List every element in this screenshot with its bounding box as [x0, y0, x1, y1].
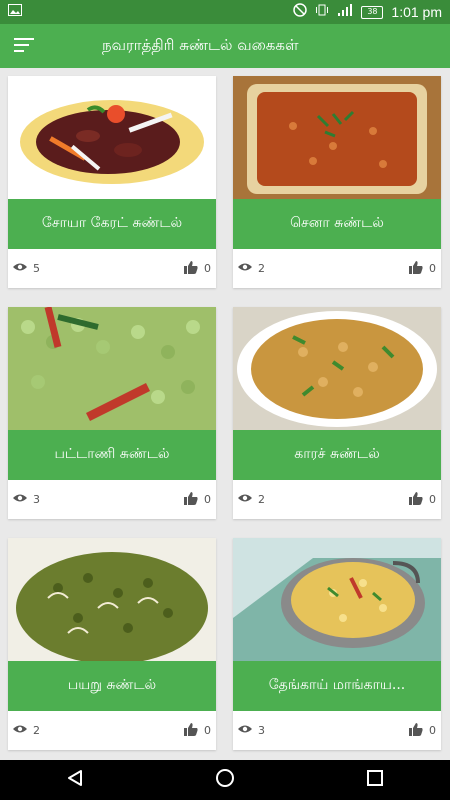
view-count-value: 5 [33, 262, 40, 275]
like-count-value: 0 [204, 262, 211, 275]
view-count: 3 [13, 493, 40, 506]
view-count: 3 [238, 724, 265, 737]
recipe-image [8, 307, 216, 430]
recipe-grid: சோயா கேரட் சுண்டல் 5 0 செனா சுண்டல் 2 0 … [8, 76, 442, 750]
thumbs-up-icon [184, 260, 198, 277]
like-count[interactable]: 0 [184, 722, 211, 739]
like-count-value: 0 [429, 262, 436, 275]
image-icon [8, 4, 22, 20]
thumbs-up-icon [409, 260, 423, 277]
view-count: 2 [13, 724, 40, 737]
menu-icon [14, 37, 34, 56]
back-button[interactable] [45, 760, 105, 800]
eye-icon [238, 493, 252, 506]
status-bar: 38 1:01 pm [0, 0, 450, 24]
recipe-title: தேங்காய் மாங்காய... [233, 661, 441, 711]
recipe-card-peas[interactable]: பட்டாணி சுண்டல் 3 0 [8, 307, 216, 519]
view-count: 2 [238, 493, 265, 506]
eye-icon [238, 724, 252, 737]
recipe-image [233, 307, 441, 430]
view-count-value: 2 [33, 724, 40, 737]
battery-icon: 38 [361, 5, 384, 19]
recipe-meta: 3 0 [233, 711, 441, 750]
like-count-value: 0 [204, 493, 211, 506]
recipe-card-chana[interactable]: செனா சுண்டல் 2 0 [233, 76, 441, 288]
recipe-card-soya-carrot[interactable]: சோயா கேரட் சுண்டல் 5 0 [8, 76, 216, 288]
recipe-image [233, 538, 441, 661]
recipe-meta: 5 0 [8, 249, 216, 288]
recipe-title: பயறு சுண்டல் [8, 661, 216, 711]
recipe-meta: 2 0 [233, 480, 441, 519]
like-count[interactable]: 0 [409, 491, 436, 508]
home-icon [215, 768, 235, 792]
like-count-value: 0 [429, 493, 436, 506]
do-not-disturb-icon [293, 3, 308, 21]
recipe-title: பட்டாணி சுண்டல் [8, 430, 216, 480]
recipe-meta: 3 0 [8, 480, 216, 519]
thumbs-up-icon [184, 722, 198, 739]
navigation-bar [0, 760, 450, 800]
signal-icon [337, 4, 353, 20]
like-count[interactable]: 0 [184, 491, 211, 508]
like-count[interactable]: 0 [184, 260, 211, 277]
recents-button[interactable] [345, 760, 405, 800]
view-count: 5 [13, 262, 40, 275]
eye-icon [13, 262, 27, 275]
view-count-value: 2 [258, 262, 265, 275]
recipe-meta: 2 0 [8, 711, 216, 750]
back-icon [66, 769, 84, 791]
recipe-image [8, 76, 216, 199]
like-count[interactable]: 0 [409, 260, 436, 277]
recipe-title: செனா சுண்டல் [233, 199, 441, 249]
app-bar: நவராத்திரி சுண்டல் வகைகள் [0, 24, 450, 68]
recipe-card-spicy[interactable]: காரச் சுண்டல் 2 0 [233, 307, 441, 519]
recipe-card-coconut-mango[interactable]: தேங்காய் மாங்காய... 3 0 [233, 538, 441, 750]
like-count-value: 0 [429, 724, 436, 737]
eye-icon [238, 262, 252, 275]
recents-icon [366, 769, 384, 791]
recipe-image [8, 538, 216, 661]
menu-button[interactable] [0, 24, 48, 68]
thumbs-up-icon [409, 491, 423, 508]
thumbs-up-icon [184, 491, 198, 508]
home-button[interactable] [195, 760, 255, 800]
eye-icon [13, 724, 27, 737]
recipe-meta: 2 0 [233, 249, 441, 288]
page-title: நவராத்திரி சுண்டல் வகைகள் [102, 36, 299, 54]
view-count: 2 [238, 262, 265, 275]
recipe-image [233, 76, 441, 199]
recipe-title: சோயா கேரட் சுண்டல் [8, 199, 216, 249]
like-count[interactable]: 0 [409, 722, 436, 739]
vibrate-icon [315, 3, 329, 21]
eye-icon [13, 493, 27, 506]
view-count-value: 3 [33, 493, 40, 506]
thumbs-up-icon [409, 722, 423, 739]
recipe-card-sprouts[interactable]: பயறு சுண்டல் 2 0 [8, 538, 216, 750]
status-time: 1:01 pm [391, 4, 442, 20]
recipe-title: காரச் சுண்டல் [233, 430, 441, 480]
like-count-value: 0 [204, 724, 211, 737]
view-count-value: 3 [258, 724, 265, 737]
view-count-value: 2 [258, 493, 265, 506]
